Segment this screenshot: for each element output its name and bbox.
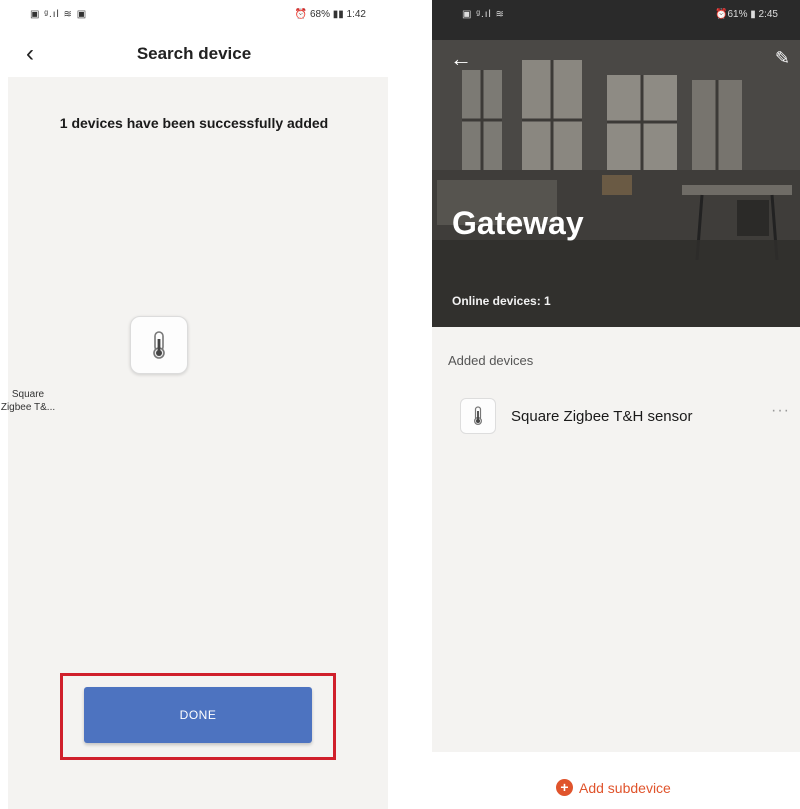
online-devices-count: Online devices: 1 xyxy=(452,294,551,308)
status-bar: ▣ ᵍ.ıl ≋ ▣ ⏰ 68% ▮▮ 1:42 xyxy=(0,0,388,28)
plus-circle-icon: + xyxy=(556,779,573,796)
more-options-icon[interactable]: ··· xyxy=(771,402,790,420)
add-subdevice-button[interactable]: + Add subdevice xyxy=(556,779,671,796)
thermometer-icon xyxy=(460,398,496,434)
status-icons-right: ⏰ 68% ▮▮ 1:42 xyxy=(294,9,366,20)
search-device-screen: ▣ ᵍ.ıl ≋ ▣ ⏰ 68% ▮▮ 1:42 ‹ Search device… xyxy=(0,0,388,809)
device-row-name[interactable]: Square Zigbee T&H sensor xyxy=(511,408,693,425)
success-message: 1 devices have been successfully added xyxy=(59,115,329,131)
section-label: Added devices xyxy=(448,353,534,368)
thermometer-icon xyxy=(130,316,188,374)
status-icons-left: ▣ ᵍ.ıl ≋ ▣ xyxy=(30,9,88,20)
device-name-line1: Square xyxy=(11,389,45,400)
status-bar: ▣ ᵍ.ıl ≋ ⏰61% ▮ 2:45 xyxy=(432,0,800,28)
status-icons-right: ⏰61% ▮ 2:45 xyxy=(715,9,778,20)
added-device-name: Square Zigbee T&... xyxy=(0,388,76,414)
device-name-line2: Zigbee T&... xyxy=(0,402,56,413)
added-device-card[interactable] xyxy=(130,316,188,374)
status-icons-left: ▣ ᵍ.ıl ≋ xyxy=(462,9,505,20)
page-title: Search device xyxy=(136,44,252,63)
device-list-area xyxy=(432,327,800,752)
back-arrow-icon[interactable]: ← xyxy=(450,46,472,72)
gateway-header-image: ▣ ᵍ.ıl ≋ ⏰61% ▮ 2:45 ← ✎ Gateway Online … xyxy=(432,0,800,327)
gateway-title: Gateway xyxy=(452,205,584,241)
edit-icon[interactable]: ✎ xyxy=(775,48,790,69)
add-subdevice-label: Add subdevice xyxy=(579,779,671,796)
gateway-screen: ▣ ᵍ.ıl ≋ ⏰61% ▮ 2:45 ← ✎ Gateway Online … xyxy=(432,0,800,809)
done-button[interactable]: DONE xyxy=(84,687,312,743)
room-photo xyxy=(432,0,800,327)
